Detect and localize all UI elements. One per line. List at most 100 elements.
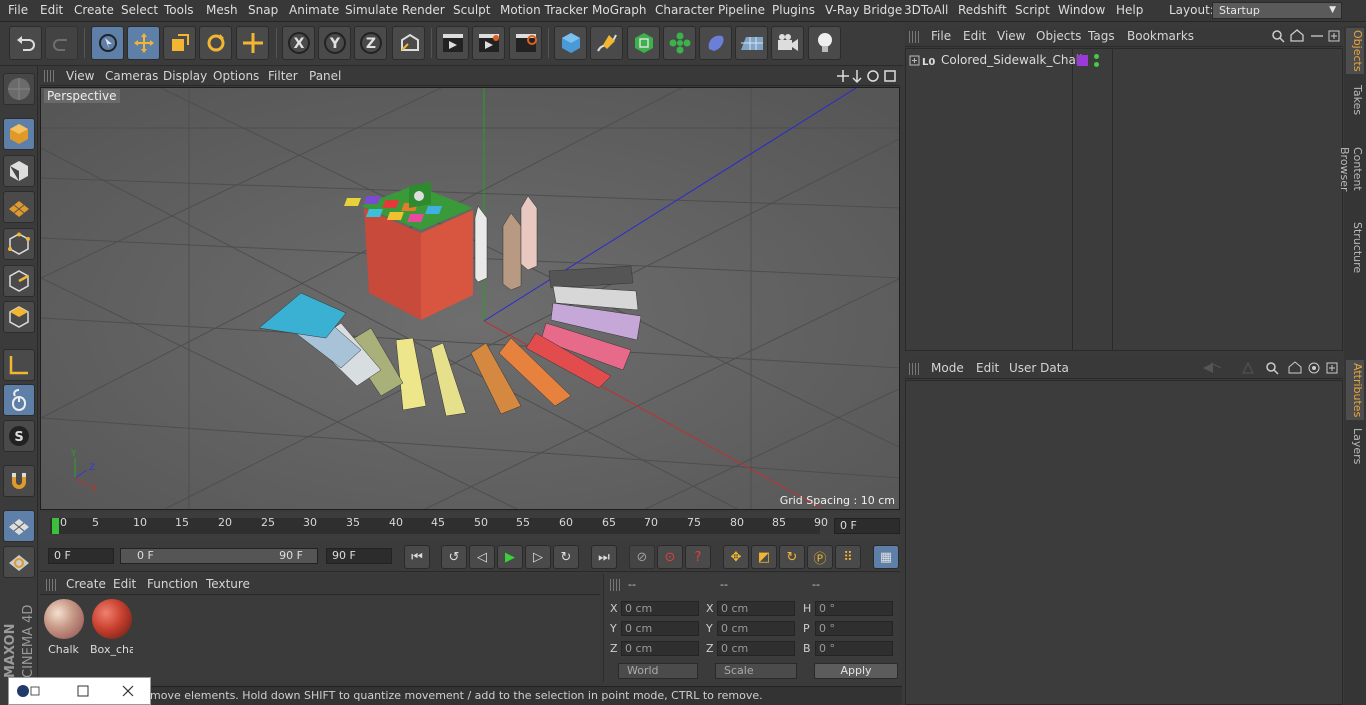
menu-mesh[interactable]: Mesh [206,3,238,17]
material-box[interactable]: Box_cha [90,599,133,656]
camera-icon[interactable] [771,26,804,60]
render-view-icon[interactable] [436,26,469,60]
menu-file[interactable]: File [8,3,28,17]
texture-mode-icon[interactable] [3,155,35,187]
viewport-nav-icons[interactable] [835,68,897,84]
panel-grip-icon[interactable] [44,70,54,82]
snap-magnet-icon[interactable] [3,465,35,497]
object-menu-file[interactable]: File [931,29,951,43]
subdivision-icon[interactable] [627,26,660,60]
menu-snap[interactable]: Snap [248,3,278,17]
record-keys-icon[interactable]: ⊘ [629,545,655,569]
edges-mode-icon[interactable] [3,265,35,297]
menu-render[interactable]: Render [402,3,445,17]
pos-x-field[interactable]: 0 cm [621,601,699,616]
render-picture-viewer-icon[interactable] [472,26,505,60]
attributes-menu-edit[interactable]: Edit [976,361,999,375]
viewport-menu-filter[interactable]: Filter [268,69,298,83]
points-mode-icon[interactable] [3,228,35,260]
pos-z-field[interactable]: 0 cm [621,641,699,656]
material-menu-create[interactable]: Create [66,577,106,591]
light-icon[interactable] [808,26,841,60]
key-pla-icon[interactable]: ⠿ [835,545,861,569]
menu-sculpt[interactable]: Sculpt [453,3,490,17]
size-y-field[interactable]: 0 cm [717,621,795,636]
key-scale-icon[interactable]: ◩ [751,545,777,569]
viewport-menu-cameras[interactable]: Cameras [105,69,158,83]
menu-tools[interactable]: Tools [164,3,194,17]
visibility-render-dot-icon[interactable] [1094,62,1099,67]
menu-pipeline[interactable]: Pipeline [718,3,765,17]
material-menu-function[interactable]: Function [147,577,198,591]
rot-b-field[interactable]: 0 ° [815,641,893,656]
size-x-field[interactable]: 0 cm [717,601,795,616]
start-frame-field[interactable]: 0 F [48,548,114,564]
next-frame-icon[interactable]: ▷ [525,545,551,569]
maximize-icon[interactable] [77,685,89,697]
x-axis-icon[interactable]: X [282,26,315,60]
panel-grip-icon[interactable] [909,363,919,375]
current-frame-field[interactable]: 0 F [834,518,900,534]
z-axis-icon[interactable]: Z [354,26,387,60]
apply-button[interactable]: Apply [814,663,898,679]
mograph-cloner-icon[interactable] [663,26,696,60]
attributes-menu-mode[interactable]: Mode [931,361,964,375]
menu-character[interactable]: Character [655,3,714,17]
menu-3dtoall[interactable]: 3DToAll [904,3,948,17]
viewport-menu-panel[interactable]: Panel [309,69,341,83]
viewport-menu-display[interactable]: Display [163,69,207,83]
key-parameter-icon[interactable]: Ⓟ [807,545,833,569]
material-tag-icon[interactable] [1077,55,1088,66]
tab-takes[interactable]: Takes [1346,80,1364,120]
menu-simulate[interactable]: Simulate [345,3,398,17]
axis-mode-icon[interactable] [3,349,35,381]
timeline-window-icon[interactable]: ▦ [873,545,899,569]
viewport-menu-view[interactable]: View [66,69,94,83]
tab-layers[interactable]: Layers [1346,426,1364,466]
object-manager-nav-icons[interactable] [1271,29,1341,43]
deformer-icon[interactable] [699,26,732,60]
playhead-marker[interactable] [52,518,59,534]
tab-structure[interactable]: Structure [1346,220,1364,276]
tab-objects[interactable]: Objects [1346,28,1364,74]
redo-icon[interactable] [45,26,78,60]
material-menu-texture[interactable]: Texture [206,577,250,591]
cube-icon[interactable] [554,26,587,60]
perspective-viewport[interactable]: Y Z X Perspective Grid Spacing : 10 cm [40,87,900,510]
panel-grip-icon[interactable] [46,579,56,591]
size-z-field[interactable]: 0 cm [717,641,795,656]
object-menu-objects[interactable]: Objects [1036,29,1081,43]
menu-vray-bridge[interactable]: V-Ray Bridge [825,3,902,17]
previous-frame-icon[interactable]: ◁ [469,545,495,569]
autokey-icon[interactable]: ⊙ [657,545,683,569]
coordinate-system-icon[interactable] [392,26,425,60]
menu-redshift[interactable]: Redshift [958,3,1007,17]
size-mode-dropdown[interactable]: Scale [715,663,797,679]
timeline-track[interactable]: 0 5 10 15 20 25 30 35 40 45 50 55 60 65 … [50,516,828,534]
viewport-menu-options[interactable]: Options [213,69,259,83]
panel-grip-icon[interactable] [909,31,919,43]
tab-content-browser[interactable]: Content Browser [1338,124,1364,214]
tab-attributes[interactable]: Attributes [1346,360,1364,420]
rot-p-field[interactable]: 0 ° [815,621,893,636]
transform-icon[interactable] [236,26,269,60]
attributes-menu-user-data[interactable]: User Data [1009,361,1069,375]
layout-select[interactable]: Startup ▼ [1212,2,1342,19]
visibility-editor-dot-icon[interactable] [1094,54,1099,59]
next-key-icon[interactable]: ↻ [553,545,579,569]
menu-help[interactable]: Help [1116,3,1143,17]
workplane-lock-icon[interactable] [3,510,35,542]
rot-h-field[interactable]: 0 ° [815,601,893,616]
pen-icon[interactable] [590,26,623,60]
floor-icon[interactable] [735,26,768,60]
menu-mograph[interactable]: MoGraph [592,3,647,17]
object-menu-tags[interactable]: Tags [1088,29,1115,43]
material-chalk[interactable]: Chalk [42,599,85,656]
rotate-icon[interactable] [199,26,232,60]
panel-grip-icon[interactable] [610,579,620,591]
play-icon[interactable]: ▶ [497,545,523,569]
previous-key-icon[interactable]: ↺ [441,545,467,569]
object-menu-edit[interactable]: Edit [963,29,986,43]
menu-create[interactable]: Create [74,3,114,17]
y-axis-icon[interactable]: Y [318,26,351,60]
